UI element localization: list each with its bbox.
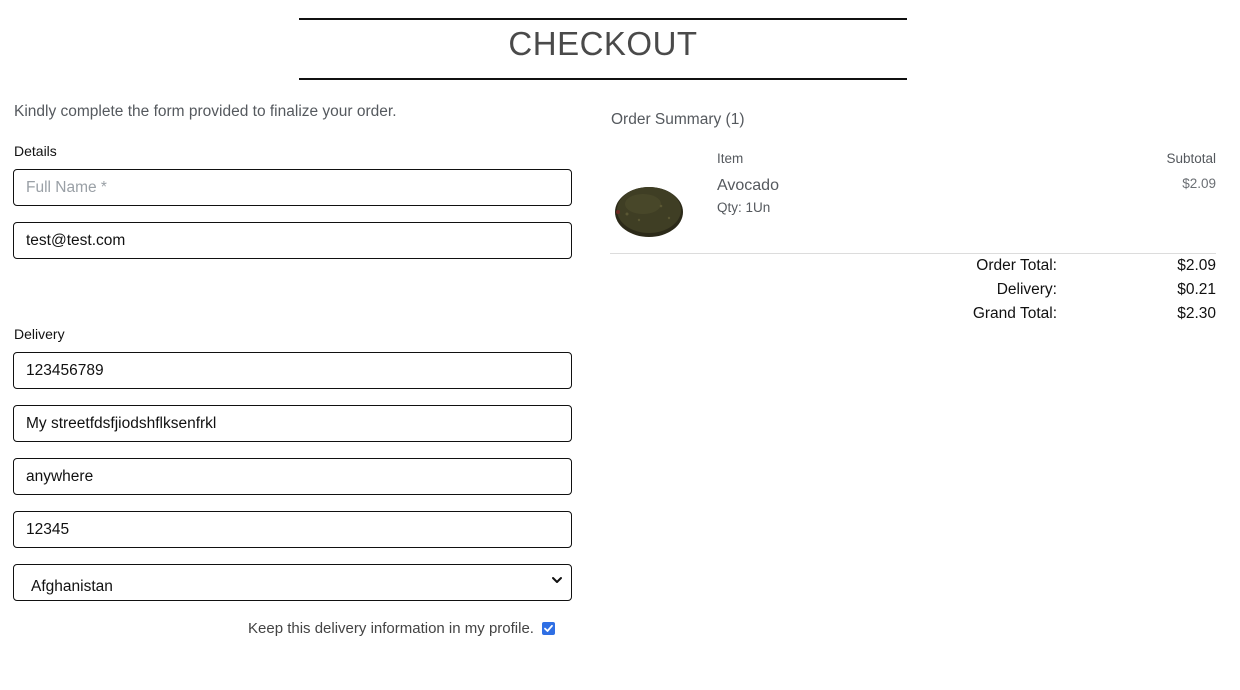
email-input[interactable]	[13, 222, 572, 259]
country-select-value: Afghanistan	[31, 578, 113, 595]
street-input[interactable]	[13, 405, 572, 442]
item-column-header: Item	[717, 151, 744, 166]
country-select[interactable]: Afghanistan	[13, 564, 572, 601]
summary-divider	[610, 253, 1216, 254]
keep-info-row: Keep this delivery information in my pro…	[248, 620, 555, 637]
subtotal-column-header: Subtotal	[1166, 151, 1216, 166]
grand-total-value: $2.30	[1177, 305, 1216, 322]
avocado-image	[615, 187, 683, 237]
full-name-input[interactable]	[13, 169, 572, 206]
checkmark-icon	[544, 624, 553, 632]
grand-total-label: Grand Total:	[972, 305, 1057, 322]
details-label: Details	[14, 143, 57, 159]
city-input[interactable]	[13, 458, 572, 495]
delivery-fee-value: $0.21	[1177, 281, 1216, 298]
order-total-value: $2.09	[1177, 257, 1216, 274]
page-title-box: CHECKOUT	[299, 18, 907, 80]
form-intro: Kindly complete the form provided to fin…	[14, 103, 397, 120]
item-qty: Qty: 1Un	[717, 200, 771, 215]
page-title: CHECKOUT	[508, 25, 698, 62]
phone-input[interactable]	[13, 352, 572, 389]
delivery-label: Delivery	[14, 326, 65, 342]
delivery-fee-label: Delivery:	[996, 281, 1057, 298]
keep-info-checkbox[interactable]	[541, 622, 555, 635]
item-name: Avocado	[717, 177, 779, 194]
postcode-input[interactable]	[13, 511, 572, 548]
item-subtotal: $2.09	[1182, 176, 1216, 191]
checkout-page: CHECKOUT Kindly complete the form provid…	[0, 0, 1240, 690]
order-summary-title: Order Summary (1)	[611, 111, 745, 128]
keep-info-label: Keep this delivery information in my pro…	[248, 620, 534, 637]
chevron-down-icon	[552, 577, 562, 583]
order-total-label: Order Total:	[976, 257, 1057, 274]
